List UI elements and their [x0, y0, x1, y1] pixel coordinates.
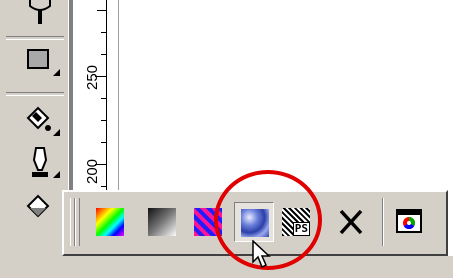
ruler-tick: [101, 54, 107, 55]
fountain-fill-button[interactable]: [90, 202, 130, 242]
ruler-tick: [97, 10, 107, 11]
linear-fill-button[interactable]: [142, 202, 182, 242]
ruler-tick: [101, 186, 107, 187]
fill-tool-button[interactable]: [22, 104, 60, 138]
ruler-tick: [101, 98, 107, 99]
rainbow-gradient-icon: [96, 208, 124, 236]
ruler-label-250: 250: [84, 64, 101, 90]
interactive-fill-tool-icon: [26, 194, 50, 218]
toolbar-grip[interactable]: [75, 198, 80, 246]
no-fill-button[interactable]: [332, 202, 372, 242]
toolbox: [0, 0, 68, 278]
text-tool-button[interactable]: [22, 0, 60, 26]
color-window-icon: [396, 209, 422, 233]
text-tool-icon: [29, 0, 51, 24]
ruler-tick: [101, 120, 107, 121]
toolbox-divider: [6, 92, 64, 96]
ruler-label-200: 200: [84, 158, 101, 184]
color-docker-button[interactable]: [390, 202, 430, 242]
close-icon: [339, 209, 363, 235]
toolbox-divider: [6, 36, 64, 40]
outline-tool-button[interactable]: [22, 146, 60, 180]
interactive-fill-tool-button[interactable]: [22, 194, 60, 228]
toolbar-separator: [382, 198, 384, 246]
ruler-tick: [101, 142, 107, 143]
mouse-pointer-icon: [252, 240, 271, 269]
bottom-strip: [0, 256, 453, 278]
ruler-tick: [101, 32, 107, 33]
grayscale-gradient-icon: [148, 208, 176, 236]
rectangle-tool-button[interactable]: [22, 44, 60, 78]
